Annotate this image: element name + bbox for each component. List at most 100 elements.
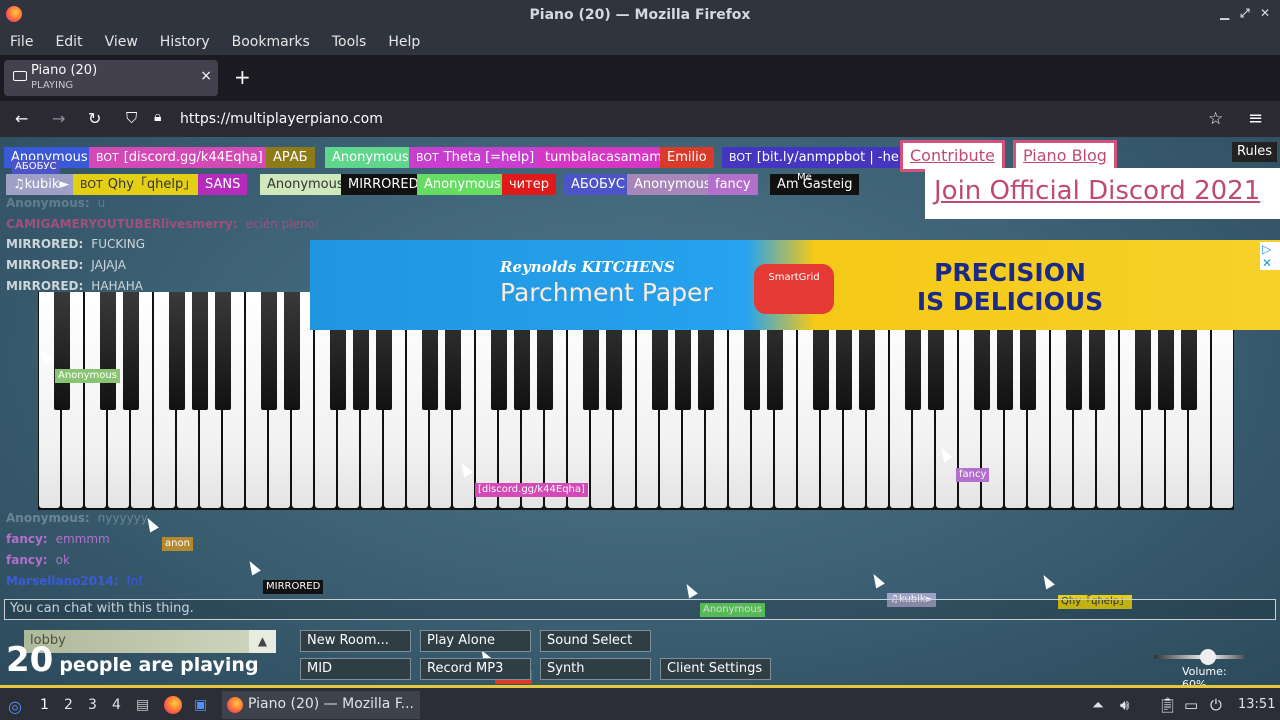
user-chip[interactable]: Emilio	[660, 147, 714, 168]
me-label: Me	[797, 172, 812, 183]
user-chip[interactable]: Anonymous	[627, 174, 718, 195]
chat-text: FUCKING	[91, 237, 146, 251]
user-chip[interactable]: Anonymous	[325, 147, 416, 168]
record-mp3-button[interactable]: Record MP3	[420, 658, 531, 680]
user-chip[interactable]: tumbalacasamami	[538, 147, 673, 168]
user-chip[interactable]: BOT Qhy「qhelp」	[73, 174, 204, 195]
volume-slider[interactable]: Volume: 60%	[1150, 647, 1250, 685]
taskbar: ◎ 1 2 3 4 ▤ ▣ Piano (20) — Mozilla F... …	[0, 685, 1280, 720]
file-manager-icon[interactable]: ▤	[136, 697, 149, 713]
black-key[interactable]	[284, 292, 300, 410]
cursor-label: [discord.gg/k44Eqha]	[475, 483, 588, 497]
taskbar-firefox-icon	[227, 697, 243, 713]
start-menu-icon[interactable]: ◎	[8, 697, 22, 716]
black-key[interactable]	[192, 292, 208, 410]
url-bar[interactable]: ⛉ 🔒︎ https://multiplayerpiano.com	[118, 105, 1238, 133]
black-key[interactable]	[123, 292, 139, 410]
workspace-1[interactable]: 1	[40, 697, 49, 713]
rules-button[interactable]: Rules	[1232, 142, 1278, 162]
tray-arrow-icon[interactable]: ⏶	[1092, 696, 1104, 714]
black-key[interactable]	[261, 292, 277, 410]
client-settings-button[interactable]: Client Settings	[660, 658, 771, 680]
user-name: ♫kubik►	[13, 177, 70, 192]
chat-input[interactable]: You can chat with this thing.	[4, 599, 1276, 620]
chat-author: MIRRORED:	[6, 258, 84, 272]
user-chip[interactable]: BOT [bit.ly/anmppbot | -help	[722, 147, 918, 168]
user-chip[interactable]: BOT Theta [=help]	[409, 147, 542, 168]
terminal-icon[interactable]: ▣	[194, 697, 207, 713]
play-alone-button[interactable]: Play Alone	[420, 630, 531, 652]
user-cursor-icon	[682, 581, 698, 599]
user-chip[interactable]: BOT [discord.gg/k44Eqha]	[89, 147, 270, 168]
discord-banner[interactable]: Join Official Discord 2021	[925, 168, 1280, 219]
lock-icon[interactable]: 🔒︎	[154, 109, 161, 125]
cursor-label: MIRRORED	[263, 580, 324, 594]
menu-help[interactable]: Help	[388, 34, 420, 50]
menu-file[interactable]: File	[10, 34, 33, 50]
back-icon[interactable]: ←	[15, 109, 28, 128]
chat-text: JAJAJA	[91, 258, 126, 272]
new-tab-button[interactable]: +	[234, 65, 251, 89]
tracking-shield-icon[interactable]: ⛉	[126, 109, 137, 127]
volume-track[interactable]	[1154, 655, 1244, 659]
clipboard-icon[interactable]: 📋︎	[1158, 696, 1177, 714]
close-icon[interactable]: ✕	[1260, 6, 1270, 20]
user-name: fancy	[715, 177, 751, 192]
user-chip[interactable]: SANS	[198, 174, 248, 195]
new-room-button[interactable]: New Room...	[300, 630, 411, 652]
user-name: Anonymous	[332, 150, 409, 165]
black-key[interactable]	[54, 292, 70, 410]
menu-history[interactable]: History	[160, 34, 210, 50]
maximize-icon[interactable]: ⤢	[1240, 6, 1250, 21]
forward-icon[interactable]: →	[52, 109, 65, 128]
taskbar-firefox-window[interactable]: Piano (20) — Mozilla F...	[222, 691, 420, 719]
user-chip[interactable]: Anonymous	[260, 174, 351, 195]
tab-favicon-icon	[13, 71, 27, 81]
menu-tools[interactable]: Tools	[332, 34, 367, 50]
reload-icon[interactable]: ↻	[88, 109, 101, 128]
workspace-2[interactable]: 2	[64, 697, 73, 713]
chat-author: Anonymous:	[6, 196, 90, 210]
chat-message: CAMIGAMERYOUTUBERlivesmerry: ecién pleno!	[6, 217, 320, 231]
volume-knob[interactable]	[1200, 649, 1216, 665]
synth-button[interactable]: Synth	[540, 658, 651, 680]
url-text[interactable]: https://multiplayerpiano.com	[180, 111, 383, 127]
chat-message: MIRRORED: HAHAHA	[6, 279, 143, 293]
black-key[interactable]	[215, 292, 231, 410]
user-name: tumbalacasamami	[545, 150, 666, 165]
player-count-number: 20	[6, 640, 54, 680]
volume-tray-icon[interactable]: 🔊︎	[1120, 696, 1129, 714]
menu-hamburger-icon[interactable]: ≡	[1248, 108, 1263, 129]
minimize-icon[interactable]: ▁	[1220, 6, 1229, 20]
ad-close-icon[interactable]: ▷ ✕	[1260, 242, 1280, 270]
black-key[interactable]	[100, 292, 116, 410]
workspace-3[interactable]: 3	[88, 697, 97, 713]
user-chip[interactable]: fancy	[708, 174, 758, 195]
menu-bar: File Edit View History Bookmarks Tools H…	[0, 29, 1280, 55]
advertisement-banner[interactable]: Reynolds KITCHENS Parchment Paper SmartG…	[310, 240, 1280, 330]
user-name: Anonymous	[634, 177, 711, 192]
chat-message: Anonymous: u	[6, 196, 105, 210]
midi-button[interactable]: MID	[300, 658, 411, 680]
display-icon[interactable]: ▭	[1184, 696, 1198, 714]
user-chip[interactable]: MIRRORED	[341, 174, 426, 195]
firefox-launcher-icon[interactable]	[164, 696, 182, 714]
menu-bookmarks[interactable]: Bookmarks	[232, 34, 310, 50]
user-chip[interactable]: АРАБ	[266, 147, 315, 168]
tab-piano[interactable]: Piano (20) PLAYING ×	[4, 60, 218, 96]
black-key[interactable]	[169, 292, 185, 410]
workspace-4[interactable]: 4	[112, 697, 121, 713]
user-chip[interactable]: читер	[502, 174, 556, 195]
power-icon[interactable]: ⏻	[1210, 696, 1222, 714]
bot-tag: BOT	[729, 151, 752, 164]
menu-view[interactable]: View	[105, 34, 138, 50]
window-title: Piano (20) — Mozilla Firefox	[529, 6, 751, 23]
sound-select-button[interactable]: Sound Select	[540, 630, 651, 652]
discord-link[interactable]: Join Official Discord 2021	[934, 176, 1260, 206]
user-chip[interactable]: ♫kubik►	[6, 174, 77, 195]
bookmark-star-icon[interactable]: ☆	[1208, 109, 1223, 129]
menu-edit[interactable]: Edit	[55, 34, 82, 50]
user-chip[interactable]: АБОБУС	[564, 174, 632, 195]
user-chip[interactable]: Anonymous	[417, 174, 508, 195]
tab-close-icon[interactable]: ×	[200, 68, 212, 84]
